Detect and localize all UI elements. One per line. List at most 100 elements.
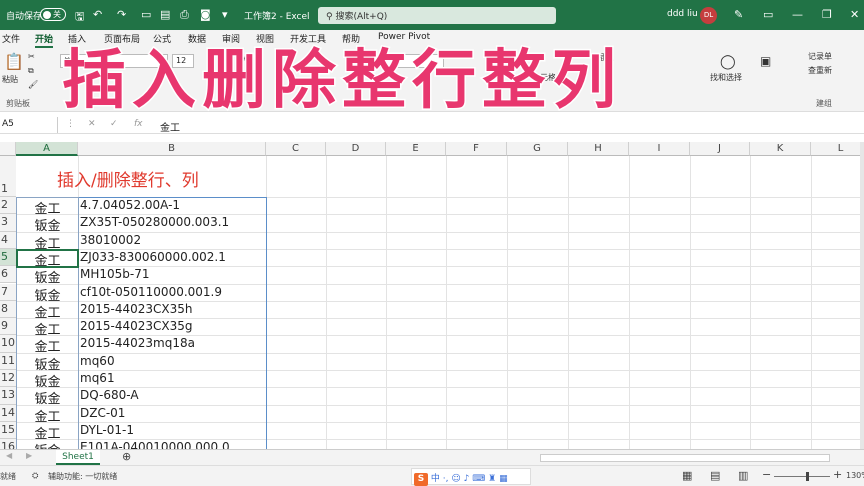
- category-table-border: [16, 197, 79, 449]
- title-bar: 自动保存 关 🖫 ↶ ↷ ▭ ▤ ⎙ ◙ ▾ 工作簿2 - Excel ⚲ 搜索…: [0, 0, 864, 30]
- enter-icon[interactable]: ✓: [110, 119, 118, 129]
- zoom-out-icon[interactable]: −: [762, 468, 771, 481]
- column-header-f[interactable]: F: [446, 142, 507, 156]
- page-break-view-icon[interactable]: ▥: [738, 469, 748, 482]
- row-header[interactable]: 5: [0, 248, 16, 267]
- punctuation-icon[interactable]: ·,: [443, 474, 449, 484]
- active-cell-selection[interactable]: [16, 249, 79, 268]
- search-box[interactable]: ⚲ 搜索(Alt+Q): [318, 7, 556, 24]
- column-header-c[interactable]: C: [266, 142, 326, 156]
- form-icon[interactable]: ▣: [760, 54, 771, 68]
- row-header[interactable]: 15: [0, 421, 16, 440]
- row-header[interactable]: 4: [0, 231, 16, 249]
- add-sheet-icon[interactable]: ⊕: [122, 450, 131, 463]
- cancel-icon[interactable]: ✕: [88, 119, 96, 129]
- column-header-b[interactable]: B: [78, 142, 266, 156]
- search-placeholder: 搜索(Alt+Q): [335, 12, 388, 22]
- undo-icon[interactable]: ↶: [93, 8, 102, 21]
- formula-bar: A5 ⋮ ✕ ✓ fx 金工: [0, 116, 864, 134]
- new-file-icon[interactable]: ▭: [141, 8, 151, 21]
- find-select-button[interactable]: 找和选择: [710, 72, 742, 83]
- avatar[interactable]: DL: [700, 7, 717, 24]
- name-box[interactable]: A5: [0, 117, 58, 133]
- paste-icon[interactable]: 📋: [4, 52, 24, 71]
- format-painter-icon[interactable]: 🖌: [28, 80, 38, 89]
- tab-home[interactable]: 开始: [35, 32, 54, 48]
- column-header-g[interactable]: G: [507, 142, 568, 156]
- function-icon[interactable]: fx: [134, 119, 143, 129]
- row-header[interactable]: 8: [0, 300, 16, 319]
- page-layout-view-icon[interactable]: ▤: [710, 469, 720, 482]
- customize-qat-icon[interactable]: ▾: [222, 8, 228, 21]
- column-header-k[interactable]: K: [750, 142, 811, 156]
- save-icon[interactable]: 🖫: [75, 8, 84, 27]
- row-header[interactable]: 10: [0, 335, 16, 353]
- row-header[interactable]: 11: [0, 352, 16, 370]
- row-header[interactable]: 9: [0, 318, 16, 336]
- column-header-i[interactable]: I: [629, 142, 690, 156]
- camera-icon[interactable]: ◙: [200, 8, 211, 21]
- open-file-icon[interactable]: ▤: [160, 8, 170, 21]
- column-header-d[interactable]: D: [326, 142, 386, 156]
- video-overlay-title: 插入删除整行整列: [61, 43, 622, 120]
- vertical-scrollbar[interactable]: [860, 142, 864, 449]
- sogou-icon[interactable]: S: [414, 473, 428, 486]
- column-header-l[interactable]: L: [811, 142, 860, 156]
- column-header-e[interactable]: E: [386, 142, 446, 156]
- check-duplicates-button[interactable]: 查重新: [808, 65, 832, 76]
- search-circle-icon[interactable]: ◯: [720, 54, 736, 70]
- prev-sheet-icon[interactable]: ◀: [6, 451, 12, 460]
- pen-icon[interactable]: ✎: [734, 8, 743, 21]
- toolbox-icon[interactable]: ▦: [499, 474, 508, 484]
- row-header[interactable]: 3: [0, 214, 16, 232]
- row-header[interactable]: 7: [0, 283, 16, 301]
- row-header[interactable]: 12: [0, 370, 16, 388]
- new-group-label: 建组: [816, 99, 832, 108]
- column-header-a[interactable]: A: [16, 142, 78, 156]
- sheet-tab-sheet1[interactable]: Sheet1: [56, 450, 100, 465]
- ime-mode[interactable]: 中: [431, 474, 440, 484]
- emoji-icon[interactable]: ☺: [451, 474, 460, 484]
- keyboard-icon[interactable]: ⌨: [472, 474, 485, 484]
- redo-icon[interactable]: ↷: [117, 8, 126, 21]
- cut-icon[interactable]: ✂: [28, 52, 35, 61]
- row-header[interactable]: 14: [0, 404, 16, 422]
- ribbon-display-icon[interactable]: ▭: [763, 8, 773, 21]
- column-header-h[interactable]: H: [568, 142, 629, 156]
- record-form-button[interactable]: 记录单: [808, 51, 832, 62]
- ime-toolbar[interactable]: S 中 ·, ☺ ♪ ⌨ ♜ ▦: [411, 468, 531, 486]
- accessibility-icon[interactable]: ⛭: [32, 471, 38, 481]
- sheet-tab-bar: ◀ ▶ Sheet1 ⊕: [0, 449, 864, 465]
- print-icon[interactable]: ⎙: [180, 8, 189, 22]
- row-header[interactable]: 13: [0, 387, 16, 405]
- row-header[interactable]: 1: [0, 156, 16, 197]
- copy-icon[interactable]: ⧉: [28, 66, 34, 76]
- minimize-icon[interactable]: —: [792, 8, 803, 21]
- row-header[interactable]: 16: [0, 439, 16, 449]
- next-sheet-icon[interactable]: ▶: [26, 451, 32, 460]
- normal-view-icon[interactable]: ▦: [682, 469, 692, 482]
- horizontal-scrollbar[interactable]: [540, 454, 830, 462]
- autosave-toggle[interactable]: 关: [40, 8, 66, 21]
- namebox-dropdown-icon[interactable]: ⋮: [66, 119, 75, 129]
- zoom-slider[interactable]: [774, 476, 830, 477]
- tab-file[interactable]: 文件: [2, 32, 20, 45]
- zoom-level[interactable]: 130%: [846, 471, 864, 480]
- skin-icon[interactable]: ♜: [488, 474, 496, 484]
- sheet-heading[interactable]: 插入/删除整行、列: [57, 166, 199, 191]
- tab-power-pivot[interactable]: Power Pivot: [378, 32, 430, 42]
- restore-icon[interactable]: ❐: [822, 8, 832, 21]
- worksheet-grid[interactable]: A B C D E F G H I J K L 插入/删除整行、列 1 2 金工 4.…: [0, 142, 860, 449]
- paste-button[interactable]: 粘贴: [2, 74, 18, 85]
- select-all-corner[interactable]: [0, 142, 16, 156]
- zoom-in-icon[interactable]: +: [833, 468, 842, 481]
- mic-icon[interactable]: ♪: [464, 474, 470, 484]
- zoom-slider-thumb[interactable]: [806, 472, 809, 481]
- accessibility-status[interactable]: 辅助功能: 一切就绪: [48, 471, 117, 482]
- column-header-j[interactable]: J: [690, 142, 750, 156]
- formula-input[interactable]: 金工: [160, 119, 180, 134]
- close-icon[interactable]: ✕: [850, 8, 859, 21]
- row-header[interactable]: 2: [0, 197, 16, 215]
- row-header[interactable]: 6: [0, 266, 16, 284]
- clipboard-group-label: 剪贴板: [6, 99, 30, 108]
